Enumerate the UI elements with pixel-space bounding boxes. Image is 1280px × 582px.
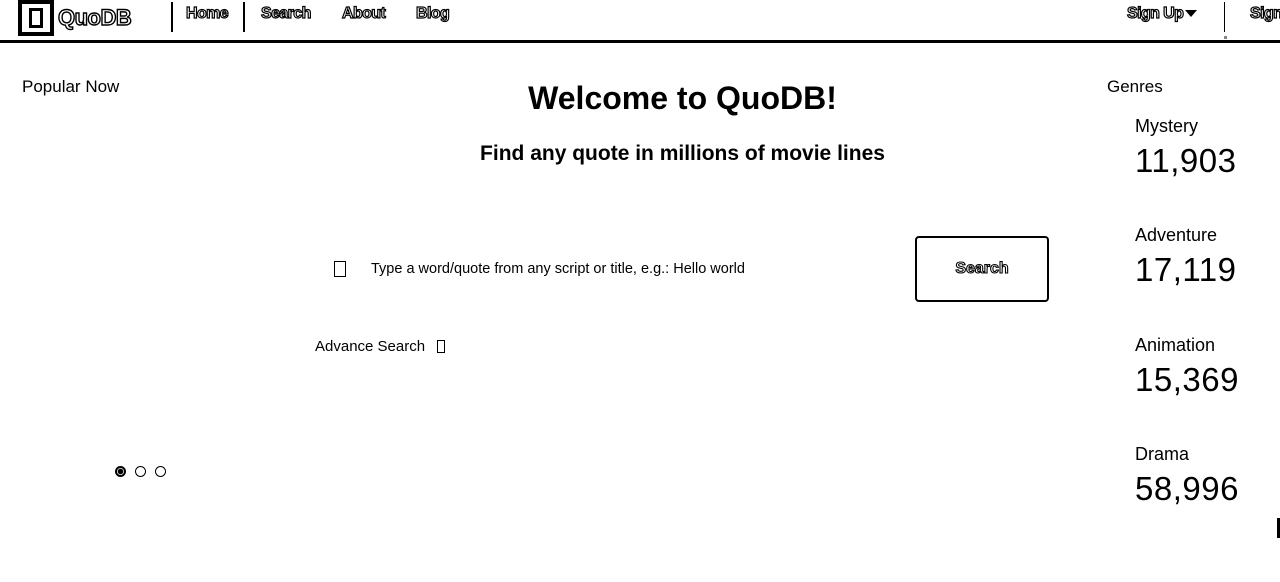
carousel-dot[interactable] [155, 466, 166, 477]
nav-link-search[interactable]: Search [260, 4, 312, 23]
genre-count: 17,119 [1135, 251, 1237, 288]
genre-item-adventure[interactable]: Adventure 17,119 [1135, 225, 1275, 289]
page-subtitle: Find any quote in millions of movie line… [480, 142, 885, 165]
nav-link-blog[interactable]: Blog [415, 4, 450, 23]
search-icon [334, 261, 346, 277]
nav-link-about[interactable]: About [341, 4, 386, 23]
top-navbar: QuoDB Home Search About Blog Sign Up Sig… [0, 0, 1280, 43]
advance-search-toggle[interactable]: Advance Search [315, 338, 446, 355]
search-button[interactable]: Search [915, 236, 1049, 302]
genre-name: Adventure [1135, 225, 1218, 245]
carousel-dot[interactable] [135, 466, 146, 477]
logo-text: QuoDB [57, 4, 132, 30]
sign-in-link[interactable]: Sign [1249, 4, 1280, 23]
genre-item-drama[interactable]: Drama 58,996 [1135, 444, 1275, 508]
genre-item-mystery[interactable]: Mystery 11,903 [1135, 116, 1275, 180]
logo-icon [18, 0, 54, 36]
advance-search-label: Advance Search [315, 338, 426, 355]
page-title: Welcome to QuoDB! [528, 80, 837, 116]
search-input[interactable] [362, 254, 902, 284]
nav-link-home[interactable]: Home [185, 4, 229, 23]
genre-name: Mystery [1135, 116, 1198, 136]
site-logo[interactable]: QuoDB [18, 0, 132, 36]
genre-name: Animation [1135, 335, 1216, 355]
popular-now-heading: Popular Now [22, 77, 120, 96]
chevron-down-icon [1185, 10, 1198, 18]
carousel-dot[interactable] [115, 466, 126, 477]
nav-divider [171, 2, 173, 32]
nav-divider [1224, 2, 1225, 32]
sign-up-label: Sign Up [1126, 4, 1184, 22]
genre-count: 11,903 [1135, 142, 1237, 179]
carousel-dots [115, 466, 166, 477]
genre-count: 58,996 [1135, 470, 1239, 507]
genre-name: Drama [1135, 444, 1190, 464]
nav-divider [243, 2, 245, 32]
sign-up-dropdown[interactable]: Sign Up [1126, 4, 1198, 23]
genre-count: 15,369 [1135, 361, 1239, 398]
expand-icon [437, 340, 446, 353]
decorative-dot [1224, 36, 1227, 39]
genres-heading: Genres [1107, 77, 1163, 96]
genre-item-animation[interactable]: Animation 15,369 [1135, 335, 1275, 399]
